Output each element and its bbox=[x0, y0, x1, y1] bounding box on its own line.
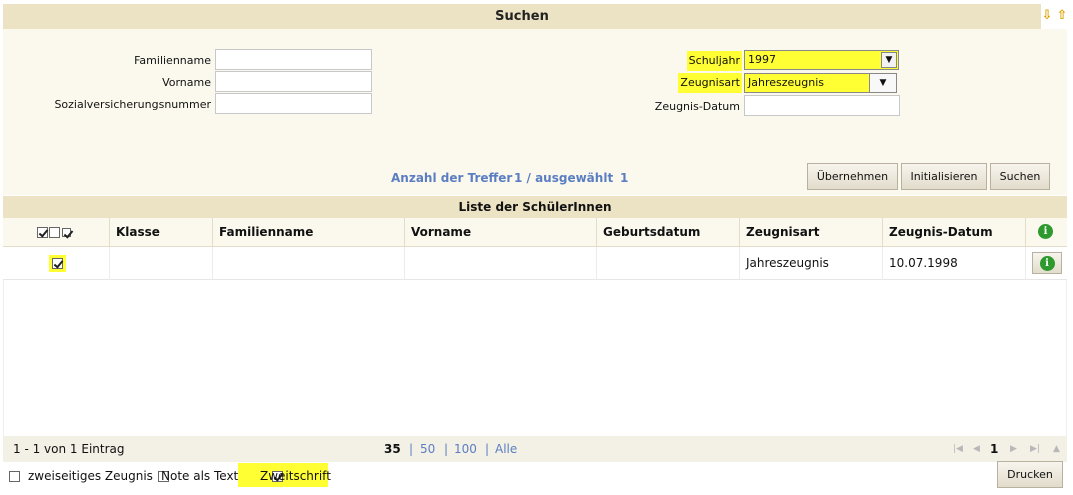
uebernehmen-button[interactable]: Übernehmen bbox=[807, 163, 898, 190]
page-size-100[interactable]: 100 bbox=[454, 442, 477, 456]
svnr-input[interactable] bbox=[215, 93, 372, 114]
info-icon: i bbox=[1039, 256, 1055, 271]
zweiseitig-label: zweiseitiges Zeugnis bbox=[28, 469, 153, 483]
row-checkbox-highlight bbox=[49, 255, 66, 272]
cell-klasse bbox=[110, 247, 213, 280]
chevron-down-icon[interactable]: ▼ bbox=[881, 52, 897, 68]
pager-separator: | bbox=[409, 442, 414, 456]
drucken-button[interactable]: Drucken bbox=[997, 461, 1063, 488]
pager-separator: | bbox=[485, 442, 490, 456]
treffer-count: 1 / ausgewählt bbox=[514, 171, 614, 185]
page-size-all[interactable]: Alle bbox=[495, 442, 517, 456]
schuljahr-select[interactable]: 1997 bbox=[744, 50, 899, 70]
first-page-icon[interactable]: |◀ bbox=[953, 436, 963, 462]
arrow-down-icon[interactable]: ⇩ bbox=[1040, 9, 1054, 23]
note-text-label: Note als Text bbox=[161, 469, 239, 483]
select-all-checkbox[interactable] bbox=[37, 227, 48, 238]
pager-summary: 1 - 1 von 1 Eintrag bbox=[13, 442, 125, 456]
zeugnisart-dropdown[interactable]: ▼ bbox=[869, 73, 897, 93]
schuljahr-label: Schuljahr bbox=[687, 51, 742, 71]
chevron-down-icon: ▼ bbox=[879, 78, 887, 88]
col-geburtsdatum[interactable]: Geburtsdatum bbox=[597, 218, 740, 247]
page-size-50[interactable]: 50 bbox=[420, 442, 435, 456]
list-header: Liste der SchülerInnen bbox=[3, 196, 1067, 218]
col-klasse[interactable]: Klasse bbox=[110, 218, 213, 247]
col-zeugnisart[interactable]: Zeugnisart bbox=[740, 218, 883, 247]
col-zeugnisdatum[interactable]: Zeugnis-Datum bbox=[883, 218, 1026, 247]
suchen-button[interactable]: Suchen bbox=[990, 163, 1050, 190]
search-title: Suchen bbox=[495, 9, 549, 24]
familienname-label: Familienname bbox=[134, 54, 211, 67]
vorname-input[interactable] bbox=[215, 71, 372, 92]
select-all-header bbox=[3, 218, 110, 247]
cell-zeugnisart: Jahreszeugnis bbox=[740, 247, 883, 280]
cell-geburtsdatum bbox=[597, 247, 740, 280]
select-none-checkbox[interactable] bbox=[49, 227, 60, 238]
row-select-cell bbox=[3, 247, 110, 280]
col-vorname[interactable]: Vorname bbox=[405, 218, 597, 247]
row-checkbox[interactable] bbox=[52, 258, 63, 269]
table-header: Klasse Familienname Vorname Geburtsdatum… bbox=[3, 218, 1067, 247]
treffer-label: Anzahl der Treffer bbox=[391, 171, 513, 185]
last-page-icon[interactable]: ▶| bbox=[1030, 436, 1040, 462]
selected-count: 1 bbox=[620, 171, 629, 185]
list-title: Liste der SchülerInnen bbox=[458, 200, 612, 214]
current-page[interactable]: 1 bbox=[990, 442, 998, 456]
scroll-top-icon[interactable]: ▲ bbox=[1053, 436, 1060, 462]
table-body bbox=[3, 280, 1067, 436]
next-page-icon[interactable]: ▶ bbox=[1010, 436, 1017, 462]
zweiseitig-checkbox[interactable] bbox=[9, 471, 20, 482]
zweitschrift-label: Zweitschrift bbox=[260, 469, 331, 483]
schuljahr-value: 1997 bbox=[748, 53, 776, 66]
cell-info: i bbox=[1026, 247, 1067, 280]
col-familienname[interactable]: Familienname bbox=[213, 218, 405, 247]
col-info: i bbox=[1026, 218, 1067, 247]
zeugnisart-select[interactable]: Jahreszeugnis bbox=[744, 73, 869, 93]
cell-zeugnisdatum: 10.07.1998 bbox=[883, 247, 1026, 280]
zeugnisart-label: Zeugnisart bbox=[678, 73, 742, 93]
search-header: Suchen bbox=[3, 4, 1041, 29]
pager-bar: 1 - 1 von 1 Eintrag 35 | 50 | 100 | Alle… bbox=[3, 436, 1067, 462]
row-info-button[interactable]: i bbox=[1032, 252, 1062, 274]
initialisieren-button[interactable]: Initialisieren bbox=[901, 163, 987, 190]
page-size-35[interactable]: 35 bbox=[384, 442, 401, 456]
table-row[interactable]: Jahreszeugnis 10.07.1998 i bbox=[3, 247, 1067, 280]
familienname-input[interactable] bbox=[215, 49, 372, 70]
svnr-label: Sozialversicherungsnummer bbox=[54, 98, 211, 111]
invert-selection-checkbox[interactable] bbox=[62, 228, 71, 237]
cell-vorname bbox=[405, 247, 597, 280]
zeugnisdatum-input[interactable] bbox=[744, 95, 900, 116]
arrow-up-icon[interactable]: ⇧ bbox=[1055, 9, 1069, 23]
cell-familienname bbox=[213, 247, 405, 280]
vorname-label: Vorname bbox=[162, 76, 211, 89]
pager-separator: | bbox=[444, 442, 449, 456]
zeugnisart-value: Jahreszeugnis bbox=[748, 76, 824, 89]
info-icon: i bbox=[1038, 224, 1053, 239]
zeugnisdatum-label: Zeugnis-Datum bbox=[654, 100, 740, 113]
prev-page-icon[interactable]: ◀ bbox=[973, 436, 980, 462]
